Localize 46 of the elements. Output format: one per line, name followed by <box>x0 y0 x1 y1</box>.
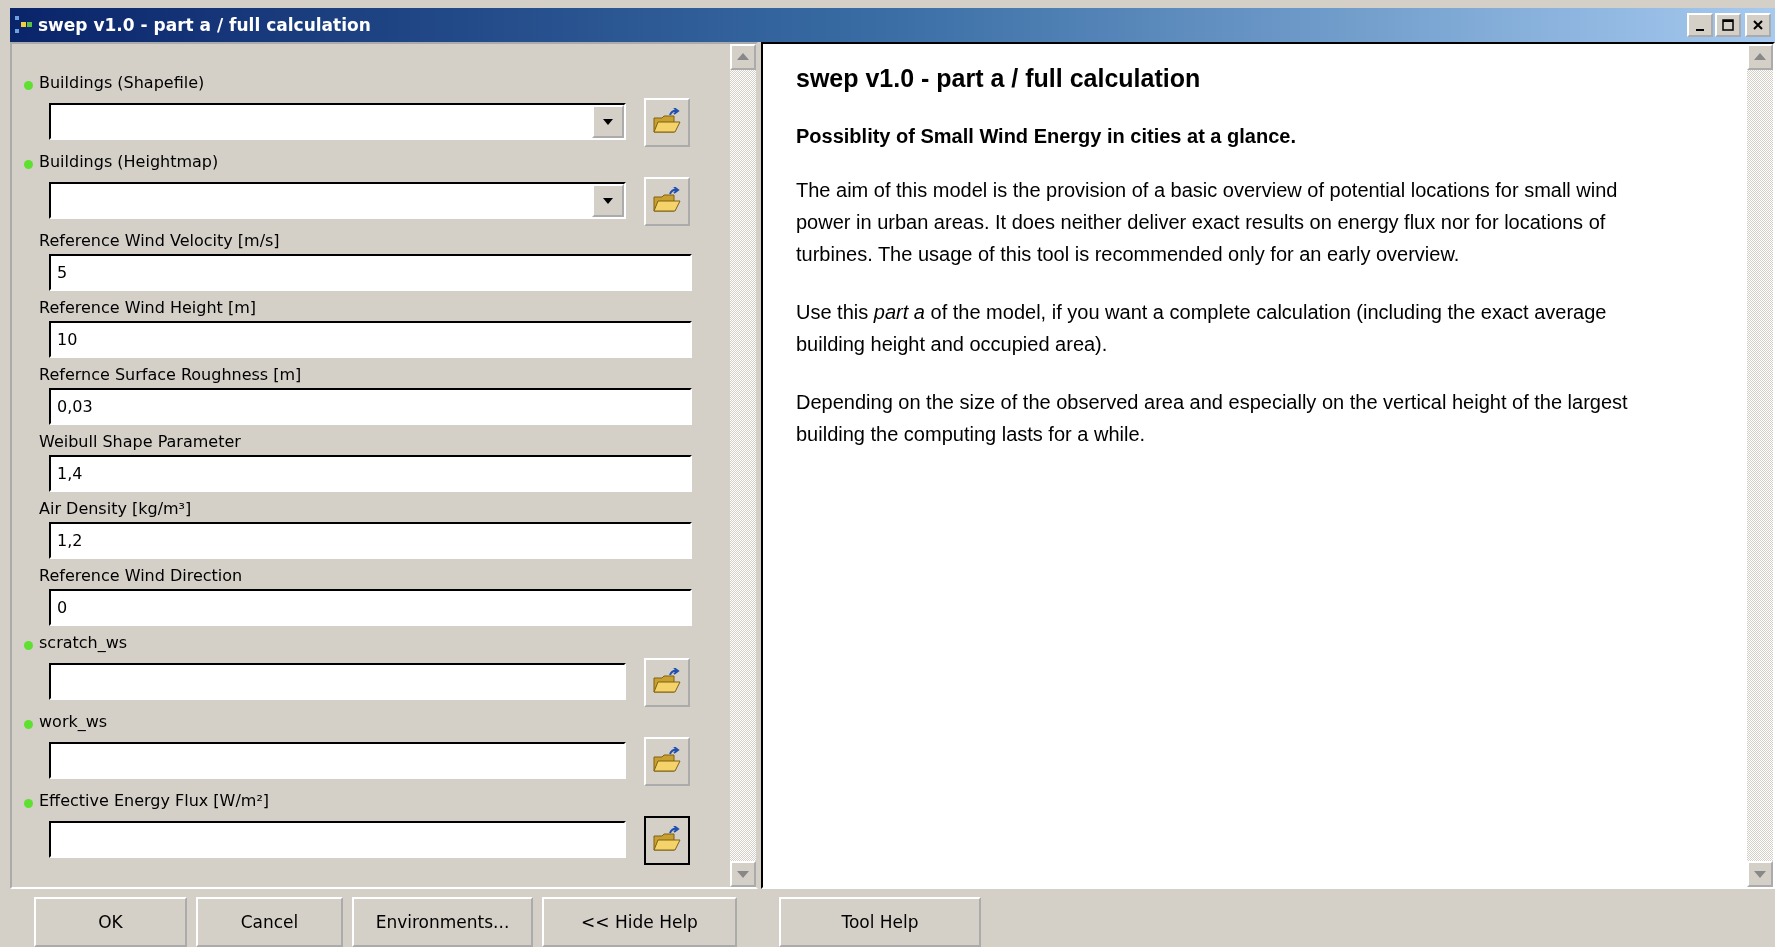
maximize-icon <box>1722 18 1734 31</box>
window-title: swep v1.0 - part a / full calculation <box>38 14 371 35</box>
dialog-button[interactable]: Cancel <box>196 897 343 947</box>
input-field[interactable]: 0 <box>49 588 692 626</box>
dialog-button[interactable]: OK <box>34 897 187 947</box>
help-title: swep v1.0 - part a / full calculation <box>796 63 1202 93</box>
dropdown-field[interactable] <box>49 182 626 220</box>
close-button[interactable] <box>1745 12 1771 37</box>
parameter-label: Reference Wind Height [m] <box>39 297 256 317</box>
input-field[interactable]: 1,2 <box>49 521 692 559</box>
parameter-label: Refernce Surface Roughness [m] <box>39 364 302 384</box>
scrollbar[interactable] <box>730 43 756 887</box>
help-subtitle: Possiblity of Small Wind Energy in cities at a glance. <box>796 124 1297 148</box>
parameter-label: Weibull Shape Parameter <box>39 431 241 451</box>
parameter-label: Reference Wind Direction <box>39 565 243 585</box>
path-field[interactable] <box>49 742 626 780</box>
input-field[interactable]: 5 <box>49 253 692 291</box>
scroll-down-icon[interactable] <box>1747 861 1773 887</box>
maximize-button[interactable] <box>1715 12 1741 37</box>
input-field[interactable]: 0,03 <box>49 387 692 425</box>
help-paragraph: Use this part a of the model, if you want a complete calculation (including the exact average building height and occupied area). <box>796 299 1608 357</box>
scroll-down-icon[interactable] <box>730 861 756 887</box>
scroll-up-icon[interactable] <box>1747 43 1773 70</box>
help-paragraph: The aim of this model is the provision of a basic overview of potential locations for small wind power in urban areas. It does neither deliver exact results on energy flux nor for locations of turbines. The usage of this tool is recommended only for an early overview. <box>796 177 1619 267</box>
parameter-label: Buildings (Heightmap) <box>39 151 219 171</box>
dialog-button[interactable]: << Hide Help <box>542 897 737 947</box>
dropdown-field[interactable] <box>49 103 626 141</box>
dialog-button[interactable]: Environments... <box>352 897 533 947</box>
parameter-label: work_ws <box>39 711 108 731</box>
input-field[interactable]: 10 <box>49 320 692 358</box>
help-paragraph: Depending on the size of the observed area and especially on the vertical height of the largest building the computing lasts for a while. <box>796 389 1629 447</box>
parameter-label: scratch_ws <box>39 632 128 652</box>
scrollbar[interactable] <box>1747 43 1773 887</box>
parameter-label: Air Density [kg/m³] <box>39 498 192 518</box>
tool-help-button[interactable]: Tool Help <box>779 897 981 947</box>
input-field[interactable]: 1,4 <box>49 454 692 492</box>
path-field[interactable] <box>49 663 626 701</box>
close-icon <box>1752 18 1764 31</box>
browse-folder-button[interactable] <box>644 815 690 865</box>
minimize-button[interactable] <box>1687 12 1713 37</box>
path-field[interactable] <box>49 821 626 859</box>
parameter-label: Reference Wind Velocity [m/s] <box>39 230 280 250</box>
parameter-label: Effective Energy Flux [W/m²] <box>39 790 270 810</box>
app-icon <box>14 14 34 35</box>
minimize-icon <box>1696 28 1704 31</box>
parameter-label: Buildings (Shapefile) <box>39 72 205 92</box>
